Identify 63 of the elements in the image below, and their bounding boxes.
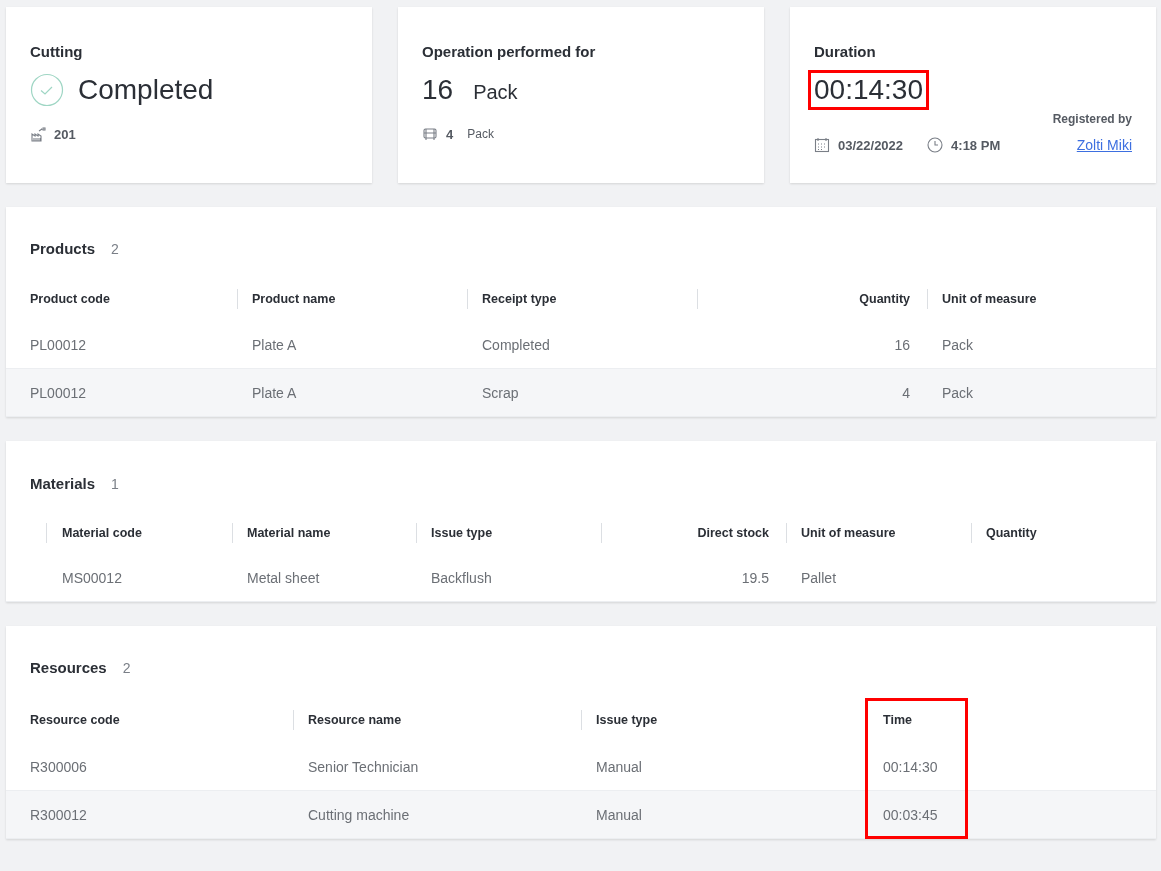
section-title: Products bbox=[30, 240, 95, 257]
section-title: Resources bbox=[30, 659, 107, 676]
table-cell-text: Pack bbox=[941, 384, 975, 403]
table-cell-text: Manual bbox=[595, 806, 643, 825]
table-cell-text: Backflush bbox=[430, 569, 493, 588]
column-header: Material name bbox=[232, 512, 416, 554]
column-header: Direct stock bbox=[601, 512, 786, 554]
unit-label: Pack bbox=[473, 80, 518, 104]
table-cell-text: 19.5 bbox=[740, 569, 770, 588]
column-header: Product code bbox=[29, 291, 111, 308]
table-cell-text: 00:14:30 bbox=[882, 758, 939, 777]
table-cell-text: Plate A bbox=[251, 384, 298, 403]
column-header: Product name bbox=[237, 277, 467, 321]
table-cell-text: Pallet bbox=[800, 569, 838, 588]
registered-by-label: Registered by bbox=[1052, 112, 1132, 126]
table-cell-text: R300012 bbox=[29, 806, 88, 825]
table-cell-text: Manual bbox=[595, 758, 643, 777]
time-text: 4:18 PM bbox=[951, 137, 1001, 153]
section-title: Materials bbox=[30, 475, 96, 492]
column-header: Material code bbox=[46, 512, 232, 554]
card-title: Cutting bbox=[30, 42, 84, 62]
item-count: 1 bbox=[111, 476, 119, 492]
footer-unit: Pack bbox=[467, 127, 494, 141]
table-cell-text: PL00012 bbox=[29, 336, 88, 355]
card-title: Duration bbox=[814, 42, 877, 62]
column-header: Issue type bbox=[581, 696, 868, 743]
column-header: Unit of measure bbox=[927, 277, 1156, 321]
table-cell-text: 4 bbox=[901, 384, 911, 403]
column-header: Receipt type bbox=[467, 277, 697, 321]
table-cell-text: Scrap bbox=[481, 384, 520, 403]
column-header: Time bbox=[882, 711, 913, 729]
card-title: Operation performed for bbox=[422, 42, 597, 62]
column-header: Quantity bbox=[697, 277, 927, 321]
quantity-value: 16 bbox=[421, 73, 455, 107]
table-cell-text: Metal sheet bbox=[246, 569, 321, 588]
table-cell-text: PL00012 bbox=[29, 384, 88, 403]
table-cell-text: Cutting machine bbox=[307, 806, 411, 825]
table-cell-text: 00:03:45 bbox=[882, 806, 939, 825]
column-header: Resource name bbox=[293, 696, 581, 743]
table-cell-text: MS00012 bbox=[61, 569, 123, 588]
column-header: Quantity bbox=[971, 512, 1156, 554]
footer-value: 201 bbox=[54, 126, 76, 142]
table-cell-text: R300006 bbox=[29, 758, 88, 777]
check-circle-icon bbox=[30, 73, 64, 107]
date-text: 03/22/2022 bbox=[838, 137, 904, 153]
table-cell-text: Completed bbox=[481, 336, 551, 355]
table-cell-text: Pack bbox=[941, 336, 975, 355]
clock-icon bbox=[927, 137, 944, 153]
column-header: Unit of measure bbox=[786, 512, 971, 554]
item-count: 2 bbox=[122, 660, 131, 676]
table-cell-text: 16 bbox=[893, 336, 911, 355]
highlighted-duration-value: 00:14:30 bbox=[808, 70, 929, 110]
table-cell-text: Plate A bbox=[251, 336, 298, 355]
table-cell-text: Senior Technician bbox=[307, 758, 420, 777]
item-count: 2 bbox=[111, 241, 119, 257]
column-header: Issue type bbox=[416, 512, 601, 554]
column-header: Resource code bbox=[29, 711, 121, 729]
factory-icon bbox=[30, 126, 46, 142]
pallet-icon bbox=[422, 126, 438, 142]
calendar-icon bbox=[814, 137, 830, 153]
footer-value: 4 bbox=[446, 126, 454, 142]
status-value: Completed bbox=[77, 73, 215, 107]
user-link[interactable]: Zolti Miki bbox=[1076, 137, 1132, 153]
